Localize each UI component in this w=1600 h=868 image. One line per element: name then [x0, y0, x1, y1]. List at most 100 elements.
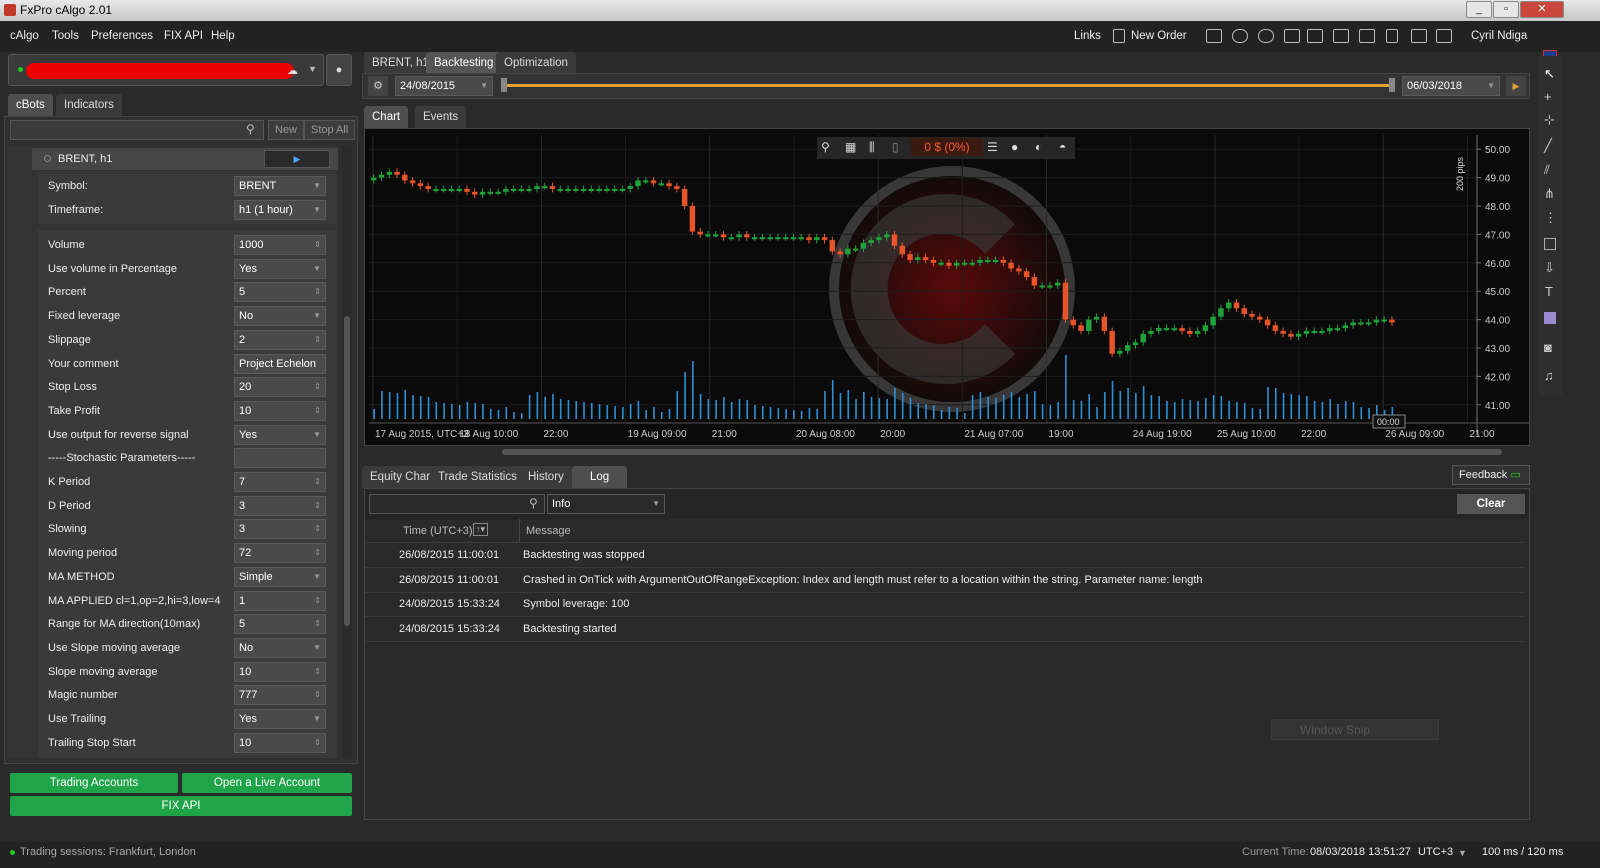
param-select[interactable]: Yes ▼	[234, 258, 326, 279]
log-level-select[interactable]: Info ▼	[547, 494, 665, 514]
camera-icon[interactable]: ◙	[1544, 340, 1552, 355]
stepper-icon[interactable]: ⇕	[314, 497, 321, 515]
stepper-icon[interactable]: ⇕	[314, 236, 321, 254]
stepper-icon[interactable]: ⇕	[314, 544, 321, 562]
indicator-icon[interactable]: ●	[1011, 140, 1018, 154]
sort-icon[interactable]: ↑▾	[473, 523, 489, 536]
chevron-down-icon[interactable]: ▼	[313, 710, 321, 728]
log-row[interactable]: 24/08/2015 15:33:24 Backtesting started	[365, 618, 1525, 642]
ruler-icon[interactable]: ⊹	[1544, 112, 1555, 128]
color-icon[interactable]: ◐	[1035, 140, 1042, 154]
menu-fix-api[interactable]: FIX API	[164, 30, 203, 42]
chart-scroll-thumb[interactable]	[502, 449, 1502, 455]
log-row[interactable]: 24/08/2015 15:33:24 Symbol leverage: 100	[365, 593, 1525, 617]
stepper-icon[interactable]: ⇕	[314, 283, 321, 301]
chevron-down-icon[interactable]: ▼	[313, 260, 321, 278]
channel-icon[interactable]: ⫽	[1544, 162, 1550, 178]
color-swatch-icon[interactable]	[1544, 312, 1556, 324]
param-select[interactable]: Yes ▼	[234, 709, 326, 729]
new-button[interactable]: New	[268, 120, 305, 140]
fullscreen-icon[interactable]	[1436, 29, 1452, 43]
range-end-handle[interactable]	[1389, 78, 1395, 92]
arrow-icon[interactable]: ⇩	[1544, 260, 1555, 276]
time-column-header[interactable]: Time (UTC+3)	[403, 525, 473, 537]
tab-backtesting[interactable]: Backtesting	[426, 52, 502, 74]
param-input[interactable]: 5 ⇕	[234, 282, 326, 303]
chevron-down-icon[interactable]: ▼	[313, 639, 321, 657]
run-backtest-button[interactable]: ▶	[1506, 76, 1526, 96]
crosshair-icon[interactable]: +	[1544, 89, 1552, 104]
tab-chart[interactable]: Chart	[364, 106, 409, 128]
list-icon[interactable]: ☰	[987, 140, 998, 154]
param-input[interactable]: 3 ⇕	[234, 495, 326, 516]
new-order-button[interactable]: New Order	[1131, 30, 1187, 42]
stepper-icon[interactable]: ⇕	[314, 402, 321, 420]
chart-scrollbar[interactable]	[368, 448, 1528, 456]
tab-optimization[interactable]: Optimization	[496, 52, 576, 74]
sound-icon[interactable]	[1386, 29, 1398, 43]
candles-icon[interactable]: ⫼	[869, 140, 875, 155]
tab-indicators[interactable]: Indicators	[56, 94, 122, 116]
alert-bell-icon[interactable]: ♫	[1544, 368, 1554, 383]
bar-icon[interactable]: ▯	[892, 140, 899, 154]
cursor-icon[interactable]: ↖	[1544, 66, 1555, 82]
date-range-slider[interactable]	[504, 84, 1392, 87]
calculator-icon[interactable]	[1333, 29, 1349, 43]
chart-type-icon[interactable]: ▦	[845, 140, 856, 154]
log-search-input[interactable]	[369, 494, 545, 514]
mail-icon[interactable]	[1359, 29, 1375, 43]
scroll-thumb[interactable]	[344, 316, 350, 626]
tab-events[interactable]: Events	[415, 106, 467, 128]
param-input[interactable]: 10 ⇕	[234, 661, 326, 682]
fix-api-button[interactable]: FIX API	[10, 796, 352, 816]
chart-icon[interactable]	[1206, 29, 1222, 43]
chevron-down-icon[interactable]: ▼	[313, 426, 321, 444]
user-icon[interactable]: ●	[326, 54, 352, 86]
sync-icon[interactable]	[1258, 29, 1274, 43]
menu-preferences[interactable]: Preferences	[91, 30, 153, 42]
play-button[interactable]: ▶	[264, 150, 330, 168]
chevron-down-icon[interactable]: ▼	[313, 568, 321, 586]
template-icon[interactable]: ◓	[1059, 140, 1066, 154]
price-chart[interactable]: 50.00 49.00 48.00 47.00 46.00 45.00 44.00 43.00…	[364, 128, 1530, 446]
chat-icon[interactable]	[1232, 29, 1248, 43]
param-select[interactable]: Yes ▼	[234, 424, 326, 445]
param-input[interactable]: 10 ⇕	[234, 732, 326, 753]
gear-icon[interactable]: ⚙	[368, 76, 388, 96]
stepper-icon[interactable]: ⇕	[314, 615, 321, 633]
feedback-button[interactable]: Feedback ▭	[1452, 465, 1530, 485]
user-name[interactable]: Cyril Ndiga	[1471, 30, 1527, 42]
minimize-button[interactable]: _	[1466, 1, 1492, 18]
param-input[interactable]: 72 ⇕	[234, 543, 326, 564]
param-input[interactable]: 20 ⇕	[234, 377, 326, 398]
fibonacci-icon[interactable]: ⋮	[1544, 210, 1557, 226]
window-snip-button[interactable]: Window Snip	[1271, 719, 1439, 740]
param-input[interactable]: 3 ⇕	[234, 519, 326, 540]
stepper-icon[interactable]: ⇕	[314, 331, 321, 349]
tab-trade-statistics[interactable]: Trade Statistics	[430, 466, 525, 488]
chevron-down-icon[interactable]: ▼	[313, 307, 321, 325]
menu-tools[interactable]: Tools	[52, 30, 79, 42]
param-input[interactable]: 5 ⇕	[234, 614, 326, 635]
stepper-icon[interactable]: ⇕	[314, 663, 321, 681]
log-row[interactable]: 26/08/2015 11:00:01 Backtesting was stopp…	[365, 544, 1525, 568]
param-select[interactable]: Simple ▼	[234, 566, 326, 587]
param-input[interactable]: 1000 ⇕	[234, 235, 326, 255]
menu-calgo[interactable]: cAlgo	[10, 30, 39, 42]
param-input[interactable]: Project Echelon	[234, 353, 326, 374]
trend-line-icon[interactable]: ╱	[1544, 138, 1552, 154]
param-select[interactable]: No ▼	[234, 306, 326, 327]
cbot-search-input[interactable]	[10, 120, 264, 140]
param-input[interactable]: 10 ⇕	[234, 400, 326, 421]
tools-icon[interactable]	[1284, 29, 1300, 43]
tab-log[interactable]: Log	[572, 466, 628, 488]
symbol-select[interactable]: BRENT ▼	[234, 176, 326, 196]
log-row[interactable]: 26/08/2015 11:00:01 Crashed in OnTick wit…	[365, 569, 1525, 593]
layout-icon[interactable]	[1411, 29, 1427, 43]
stepper-icon[interactable]: ⇕	[314, 473, 321, 491]
zoom-icon[interactable]: ⚲	[821, 140, 830, 154]
settings-icon[interactable]	[1307, 29, 1323, 43]
menu-help[interactable]: Help	[211, 30, 235, 42]
stepper-icon[interactable]: ⇕	[314, 686, 321, 704]
stop-all-button[interactable]: Stop All	[304, 120, 356, 140]
